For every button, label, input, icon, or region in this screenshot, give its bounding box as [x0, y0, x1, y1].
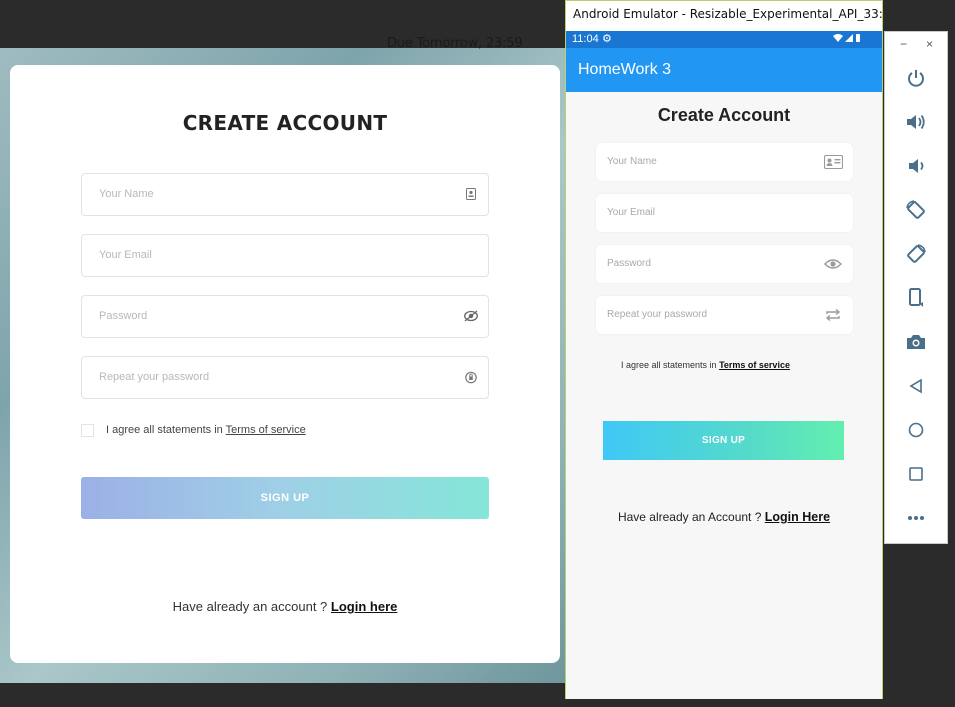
app-repeat-password-field[interactable]: Repeat your password — [596, 296, 853, 334]
app-repeat-password-placeholder: Repeat your password — [607, 309, 708, 320]
web-have-account-text: Have already an account ? — [172, 599, 328, 614]
web-repeat-password-field[interactable]: Repeat your password — [81, 356, 489, 399]
web-password-placeholder: Password — [99, 310, 148, 322]
wifi-signal-battery-icon — [833, 34, 860, 42]
app-email-field[interactable]: Your Email — [596, 194, 853, 232]
back-icon[interactable] — [903, 373, 929, 399]
app-title: HomeWork 3 — [578, 61, 672, 78]
repeat-icon — [823, 307, 843, 323]
emulator-toolbar: − × — [884, 31, 948, 544]
app-password-field[interactable]: Password — [596, 245, 853, 283]
eye-icon[interactable] — [823, 256, 843, 272]
status-bar: 11:04 ⚙ — [566, 31, 882, 48]
camera-icon[interactable] — [903, 329, 929, 355]
app-form-title: Create Account — [657, 105, 791, 125]
web-email-field[interactable]: Your Email — [81, 234, 489, 277]
app-agree-label: I agree all statements in — [621, 360, 717, 370]
fold-icon[interactable] — [903, 285, 929, 311]
lock-icon — [464, 370, 478, 384]
web-terms-text: I agree all statements in Terms of servi… — [106, 424, 306, 436]
emulator-title: Android Emulator - Resizable_Experimenta… — [566, 1, 882, 31]
web-name-field[interactable]: Your Name — [81, 173, 489, 216]
app-email-placeholder: Your Email — [607, 207, 655, 218]
toolbar-window-controls: − × — [885, 37, 947, 53]
web-login-link[interactable]: Login here — [331, 599, 397, 614]
eye-icon[interactable] — [464, 309, 478, 323]
contact-card-icon — [823, 154, 843, 170]
app-name-field[interactable]: Your Name — [596, 143, 853, 181]
web-email-placeholder: Your Email — [99, 249, 152, 261]
close-button[interactable]: × — [926, 37, 933, 51]
web-form-title: CREATE ACCOUNT — [182, 111, 388, 135]
id-card-icon — [464, 187, 478, 201]
web-signup-card: CREATE ACCOUNT Your Name Your Email Pass… — [10, 65, 560, 663]
status-time: 11:04 — [572, 33, 599, 45]
app-terms-link[interactable]: Terms of service — [719, 360, 790, 370]
app-have-account-text: Have already an Account ? — [617, 510, 762, 524]
settings-gear-icon: ⚙ — [602, 33, 612, 45]
volume-down-icon[interactable] — [903, 153, 929, 179]
web-login-prompt: Have already an account ? Login here — [10, 599, 560, 614]
more-icon[interactable] — [903, 505, 929, 531]
app-bar: HomeWork 3 — [566, 48, 882, 92]
app-terms-text: I agree all statements in Terms of servi… — [621, 360, 790, 370]
app-password-placeholder: Password — [607, 258, 651, 269]
app-login-link[interactable]: Login Here — [765, 510, 830, 524]
due-date-text: Due Tomorrow, 23:59 — [387, 36, 523, 50]
app-login-prompt: Have already an Account ? Login Here — [566, 510, 882, 524]
web-password-field[interactable]: Password — [81, 295, 489, 338]
web-terms-checkbox[interactable] — [81, 424, 94, 437]
web-agree-label: I agree all statements in — [106, 424, 223, 436]
rotate-right-icon[interactable] — [903, 241, 929, 267]
app-content: Create Account Your Name Your Email Pass… — [566, 92, 882, 699]
rotate-left-icon[interactable] — [903, 197, 929, 223]
minimize-button[interactable]: − — [900, 37, 907, 51]
volume-up-icon[interactable] — [903, 109, 929, 135]
web-terms-link[interactable]: Terms of service — [226, 424, 306, 436]
app-signup-button[interactable]: SIGN UP — [603, 421, 844, 460]
home-icon[interactable] — [903, 417, 929, 443]
emulator-window: Android Emulator - Resizable_Experimenta… — [565, 0, 883, 699]
app-name-placeholder: Your Name — [607, 156, 657, 167]
power-icon[interactable] — [903, 65, 929, 91]
web-signup-button[interactable]: SIGN UP — [81, 477, 489, 519]
overview-icon[interactable] — [903, 461, 929, 487]
web-name-placeholder: Your Name — [99, 188, 154, 200]
status-icons — [832, 33, 862, 46]
web-repeat-password-placeholder: Repeat your password — [99, 371, 210, 383]
